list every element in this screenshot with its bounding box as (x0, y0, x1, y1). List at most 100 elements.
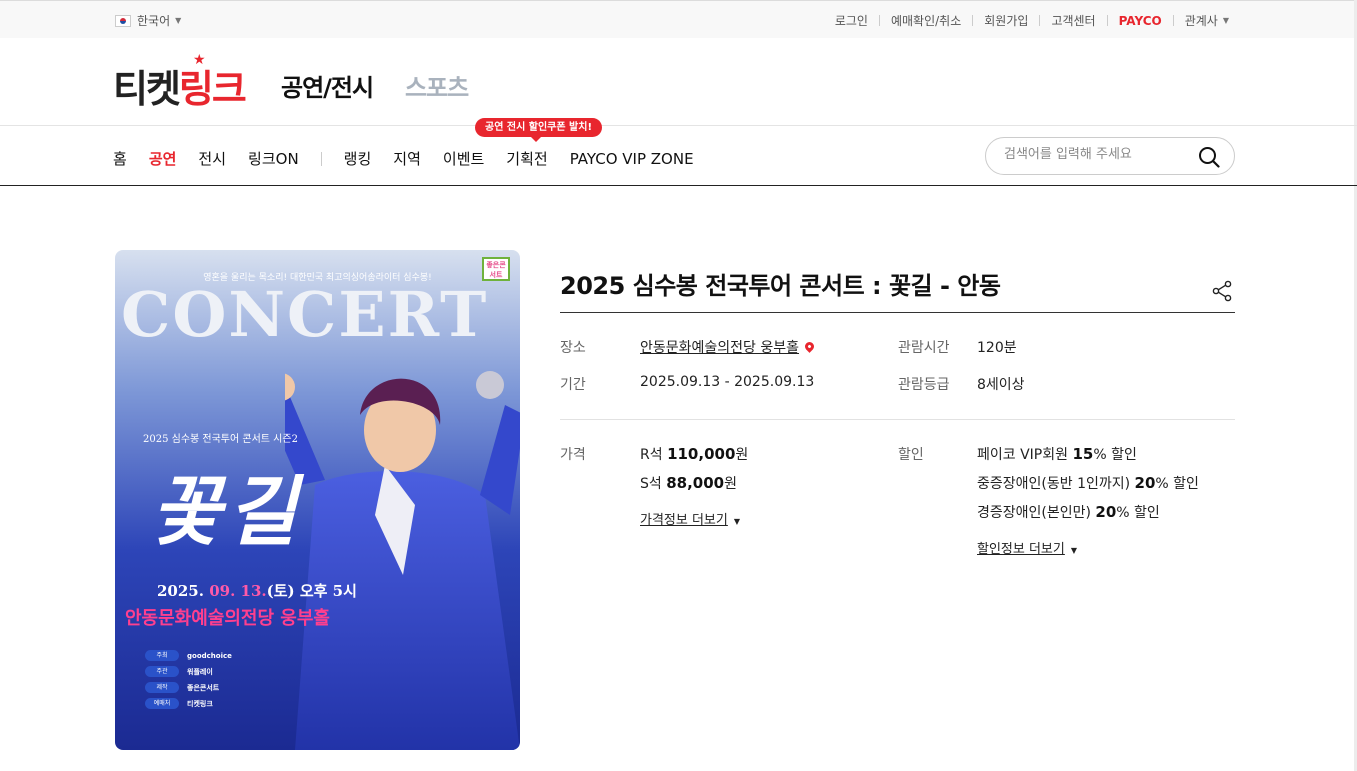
venue-label: 장소 (560, 340, 586, 356)
discount-suffix: % 할인 (1155, 476, 1199, 492)
discount-more-button[interactable]: 할인정보 더보기 ▼ (977, 538, 1077, 557)
divider (972, 15, 974, 26)
discount-name: 중증장애인(동반 1인까지) (977, 476, 1131, 492)
logo-text-red: 링크 (178, 67, 247, 111)
chevron-down-icon: ▼ (733, 517, 741, 526)
payco-link[interactable]: PAYCO (1119, 14, 1162, 28)
credit-value: 티켓링크 (187, 699, 213, 708)
discount-rate: 15 (1072, 445, 1094, 463)
divider (878, 15, 880, 26)
discount-row: 중증장애인(동반 1인까지) 20% 할인 (977, 473, 1199, 493)
nav-performance[interactable]: 공연 (149, 148, 177, 169)
credit-row: 예매처 티켓링크 (145, 698, 232, 709)
discount-label: 할인 (898, 447, 924, 463)
credit-key: 예매처 (145, 698, 179, 709)
price-row: R석 110,000원 (640, 444, 748, 464)
event-title: 2025 심수봉 전국투어 콘서트 : 꽃길 - 안동 (560, 272, 1001, 300)
divider (1106, 15, 1108, 26)
period-value: 2025.09.13 - 2025.09.13 (640, 374, 815, 390)
discount-rate: 20 (1134, 474, 1156, 492)
discount-suffix: % 할인 (1116, 505, 1160, 521)
nav-payco-vip-zone[interactable]: PAYCO VIP ZONE (570, 150, 694, 168)
runtime-label: 관람시간 (898, 340, 950, 356)
site-header: 티켓링크 ★ 공연/전시 스포츠 (0, 38, 1357, 126)
nav-exhibition[interactable]: 전시 (198, 148, 226, 169)
customer-center-link[interactable]: 고객센터 (1051, 12, 1095, 29)
section-divider (560, 419, 1235, 420)
nav-region[interactable]: 지역 (393, 148, 421, 169)
rating-label: 관람등급 (898, 377, 950, 393)
nav-ranking[interactable]: 랭킹 (344, 148, 372, 169)
share-icon[interactable] (1211, 280, 1233, 306)
event-poster: 영혼을 울리는 목소리! 대한민국 최고의싱어송라이터 심수봉! 좋은콘서트 C… (115, 250, 520, 750)
nav-link-on[interactable]: 링크ON (248, 148, 299, 169)
period-label: 기간 (560, 377, 586, 393)
discount-row: 경증장애인(본인만) 20% 할인 (977, 502, 1160, 522)
tab-sports[interactable]: 스포츠 (405, 68, 469, 103)
divider (1039, 15, 1041, 26)
credit-row: 제작 좋은콘서트 (145, 682, 232, 693)
affiliates-link[interactable]: 관계사 (1185, 12, 1218, 29)
language-label: 한국어 (137, 14, 171, 28)
login-link[interactable]: 로그인 (835, 12, 868, 29)
nav-divider (320, 151, 322, 166)
poster-date-highlight: 09. 13. (209, 582, 267, 600)
tab-performance-exhibition[interactable]: 공연/전시 (281, 68, 374, 103)
discount-row: 페이코 VIP회원 15% 할인 (977, 444, 1137, 464)
rating-value: 8세이상 (977, 377, 1025, 393)
search-box (985, 137, 1235, 175)
map-pin-icon (803, 340, 816, 353)
price-more-label: 가격정보 더보기 (640, 513, 728, 528)
price-amount: 88,000 (666, 474, 725, 492)
discount-suffix: % 할인 (1093, 447, 1137, 463)
poster-date-prefix: 2025. (157, 582, 210, 600)
venue-value: 안동문화예술의전당 웅부홀 (640, 340, 800, 356)
seat-grade: R석 (640, 447, 663, 463)
discount-rate: 20 (1095, 503, 1117, 521)
price-label: 가격 (560, 447, 586, 463)
reservation-check-link[interactable]: 예매확인/취소 (891, 12, 961, 29)
price-amount: 110,000 (667, 445, 736, 463)
korea-flag-icon (115, 14, 131, 27)
discount-more-label: 할인정보 더보기 (977, 542, 1065, 557)
search-icon[interactable] (1198, 146, 1220, 172)
credit-key: 제작 (145, 682, 179, 693)
price-row: S석 88,000원 (640, 473, 737, 493)
poster-venue: 안동문화예술의전당 웅부홀 (125, 608, 330, 629)
credit-row: 주최 goodchoice (145, 650, 232, 661)
seat-grade: S석 (640, 476, 662, 492)
logo-text-dark: 티켓 (113, 67, 181, 111)
credit-key: 주관 (145, 666, 179, 677)
discount-name: 페이코 VIP회원 (977, 447, 1068, 463)
nav-event[interactable]: 이벤트 (443, 148, 484, 169)
discount-name: 경증장애인(본인만) (977, 505, 1091, 521)
poster-date: 2025. 09. 13.(토) 오후 5시 (157, 580, 357, 601)
singer-figure-illustration (285, 371, 520, 750)
signup-link[interactable]: 회원가입 (984, 12, 1028, 29)
poster-credits: 주최 goodchoice 주관 워플레이 제작 좋은콘서트 예매처 티켓링크 (145, 650, 232, 714)
poster-subtitle: 2025 심수봉 전국투어 콘서트 시즌2 (143, 434, 298, 445)
promo-badge[interactable]: 공연 전시 할인쿠폰 발치! (475, 118, 603, 142)
chevron-down-icon: ▼ (175, 16, 182, 25)
poster-script-title: 꽃길 (151, 467, 303, 556)
language-selector[interactable]: 한국어 ▼ (115, 12, 181, 29)
price-more-button[interactable]: 가격정보 더보기 ▼ (640, 509, 740, 528)
top-utility-bar: 한국어 ▼ 로그인 예매확인/취소 회원가입 고객센터 PAYCO 관계사 ▼ (0, 0, 1357, 38)
nav-special[interactable]: 기획전 (506, 148, 547, 169)
utility-links: 로그인 예매확인/취소 회원가입 고객센터 PAYCO 관계사 ▼ (835, 12, 1229, 29)
divider (1172, 15, 1174, 26)
runtime-value: 120분 (977, 340, 1017, 356)
title-divider (560, 312, 1235, 313)
credit-key: 주최 (145, 650, 179, 661)
venue-link[interactable]: 안동문화예술의전당 웅부홀 (640, 337, 816, 357)
credit-value: 좋은콘서트 (187, 683, 220, 692)
logo-star-icon: ★ (193, 52, 205, 68)
ticketlink-logo[interactable]: 티켓링크 ★ (113, 52, 247, 113)
credit-value: 워플레이 (187, 667, 213, 676)
price-unit: 원 (724, 476, 738, 492)
chevron-down-icon: ▼ (1222, 16, 1229, 25)
chevron-down-icon: ▼ (1070, 546, 1078, 555)
price-unit: 원 (735, 447, 749, 463)
search-input[interactable] (1004, 147, 1184, 162)
nav-home[interactable]: 홈 (113, 148, 127, 169)
